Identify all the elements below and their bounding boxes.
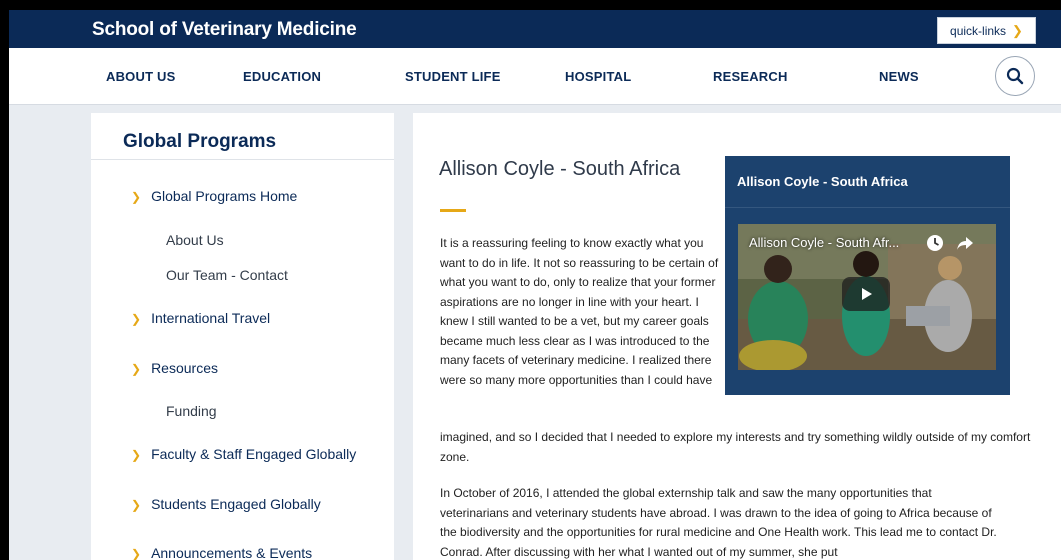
search-icon [1006,67,1024,85]
nav-news[interactable]: NEWS [879,69,919,84]
play-button[interactable] [842,277,890,311]
article-paragraph: It is a reassuring feeling to know exact… [440,236,719,387]
video-panel: Allison Coyle - South Africa Allison Coy… [725,156,1010,395]
article-paragraph-continued: imagined, and so I decided that I needed… [440,430,1031,464]
sidebar-subitem-our-team-contact[interactable]: Our Team - Contact [166,267,288,283]
chevron-right-icon: ❯ [131,448,142,462]
chevron-right-icon: ❯ [131,547,142,560]
sidebar-item-students-engaged[interactable]: ❯ Students Engaged Globally [131,496,321,512]
sidebar-item-label: Faculty & Staff Engaged Globally [151,446,357,462]
sidebar-item-global-programs-home[interactable]: ❯ Global Programs Home [131,188,297,204]
chevron-right-icon: ❯ [131,312,142,326]
sidebar-subitem-funding[interactable]: Funding [166,403,217,419]
sidebar-item-label: Students Engaged Globally [151,496,321,512]
article-title: Allison Coyle - South Africa [439,158,681,180]
sidebar-item-faculty-staff[interactable]: ❯ Faculty & Staff Engaged Globally [131,446,356,462]
sidebar-item-label: Global Programs Home [151,188,298,204]
sidebar: Global Programs ❯ Global Programs Home Ab… [91,113,394,560]
main-content: Allison Coyle - South Africa It is a rea… [413,113,1061,560]
top-bar: School of Veterinary Medicine quick-link… [9,10,1061,48]
quick-links-label: quick-links [950,23,1007,38]
sidebar-item-label: Announcements & Events [151,545,313,560]
nav-education[interactable]: EDUCATION [243,69,321,84]
search-button[interactable] [995,56,1035,96]
title-accent-divider [440,209,466,212]
nav-student-life[interactable]: STUDENT LIFE [405,69,501,84]
sidebar-item-label: International Travel [151,310,271,326]
sidebar-divider [91,159,394,160]
play-icon [862,288,872,300]
clock-icon[interactable] [926,234,944,252]
sidebar-item-label: Resources [151,360,218,376]
chevron-right-icon: ❯ [131,190,142,204]
sidebar-item-international-travel[interactable]: ❯ International Travel [131,310,270,326]
sidebar-title: Global Programs [123,131,277,152]
site-title[interactable]: School of Veterinary Medicine [92,19,357,41]
nav-hospital[interactable]: HOSPITAL [565,69,631,84]
video-player[interactable]: Allison Coyle - South Afr... [738,224,996,370]
article-paragraph: In October of 2016, I attended the globa… [440,486,997,559]
quick-links-button[interactable]: quick-links ❯ [937,17,1036,44]
nav-research[interactable]: RESEARCH [713,69,788,84]
share-icon[interactable] [956,234,974,252]
video-heading: Allison Coyle - South Africa [725,156,1010,208]
chevron-right-icon: ❯ [1012,22,1023,38]
main-nav: ABOUT US EDUCATION STUDENT LIFE HOSPITAL… [9,48,1061,105]
page-frame: School of Veterinary Medicine quick-link… [9,10,1061,560]
chevron-right-icon: ❯ [131,498,142,512]
sidebar-subitem-about-us[interactable]: About Us [166,232,224,248]
sidebar-item-announcements-events[interactable]: ❯ Announcements & Events [131,545,312,560]
video-title: Allison Coyle - South Afr... [749,235,900,250]
chevron-right-icon: ❯ [131,362,142,376]
video-controls [926,234,974,252]
nav-about-us[interactable]: ABOUT US [106,69,176,84]
sidebar-item-resources[interactable]: ❯ Resources [131,360,218,376]
